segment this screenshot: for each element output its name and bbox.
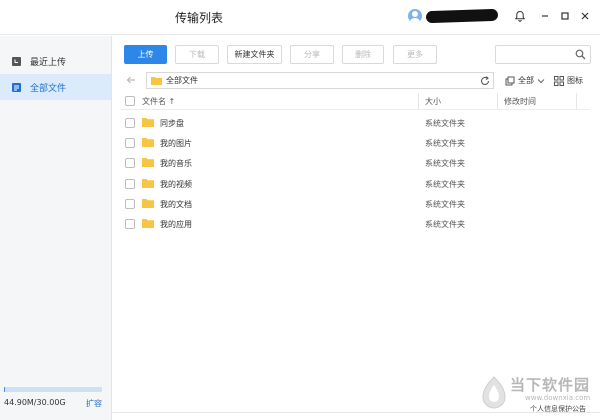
copy-icon xyxy=(505,76,515,85)
folder-icon xyxy=(151,77,162,85)
sidebar: 最近上传 全部文件 44.90M/30.00G 扩容 xyxy=(0,36,112,420)
column-name-header[interactable]: 文件名 ↑ xyxy=(142,96,175,107)
file-size: 系统文件夹 xyxy=(425,200,465,209)
table-row[interactable]: 我的音乐 系统文件夹 xyxy=(120,153,590,173)
file-name[interactable]: 我的文档 xyxy=(160,199,192,210)
file-name[interactable]: 同步盘 xyxy=(160,118,184,129)
row-checkbox[interactable] xyxy=(125,118,135,128)
file-list-icon xyxy=(11,82,22,93)
download-button[interactable]: 下载 xyxy=(175,45,219,64)
sidebar-item-recent-uploads[interactable]: 最近上传 xyxy=(0,48,111,74)
column-divider[interactable] xyxy=(576,93,577,109)
table-row[interactable]: 我的文档 系统文件夹 xyxy=(120,194,590,214)
file-name[interactable]: 我的视频 xyxy=(160,179,192,190)
privacy-notice-link[interactable]: 个人信息保护公告 xyxy=(530,404,586,414)
row-checkbox[interactable] xyxy=(125,179,135,189)
sidebar-item-label: 全部文件 xyxy=(30,83,67,94)
filter-label: 全部 xyxy=(518,76,534,85)
sidebar-item-all-files[interactable]: 全部文件 xyxy=(0,74,111,100)
close-icon[interactable] xyxy=(578,9,592,23)
column-modified-header[interactable]: 修改时间 xyxy=(504,96,536,107)
file-size: 系统文件夹 xyxy=(425,159,465,168)
file-name[interactable]: 我的应用 xyxy=(160,219,192,230)
search-box[interactable] xyxy=(495,45,591,64)
sidebar-item-label: 最近上传 xyxy=(30,57,67,68)
table-row[interactable]: 我的图片 系统文件夹 xyxy=(120,133,590,153)
minimize-icon[interactable] xyxy=(538,9,552,23)
watermark-logo-icon xyxy=(482,376,506,409)
table-row[interactable]: 同步盘 系统文件夹 xyxy=(120,113,590,133)
file-size: 系统文件夹 xyxy=(425,119,465,128)
column-divider[interactable] xyxy=(497,93,498,109)
storage-quota-text: 44.90M/30.00G xyxy=(4,398,66,407)
title-bar: 传输列表 xyxy=(0,0,600,35)
column-divider[interactable] xyxy=(418,93,419,109)
chevron-down-icon xyxy=(537,78,545,83)
file-size: 系统文件夹 xyxy=(425,220,465,229)
folder-icon xyxy=(142,199,154,208)
filter-dropdown[interactable]: 全部 xyxy=(505,75,545,86)
back-arrow-icon[interactable] xyxy=(125,74,137,86)
search-icon[interactable] xyxy=(575,49,586,60)
current-path: 全部文件 xyxy=(166,76,198,85)
watermark: 当下软件园 www.downxia.com 个人信息保护公告 xyxy=(480,372,600,420)
file-size: 系统文件夹 xyxy=(425,139,465,148)
window-title: 传输列表 xyxy=(175,11,224,25)
share-button[interactable]: 分享 xyxy=(290,45,334,64)
watermark-url: www.downxia.com xyxy=(525,394,591,402)
maximize-icon[interactable] xyxy=(558,9,572,23)
row-checkbox[interactable] xyxy=(125,199,135,209)
more-button[interactable]: 更多 xyxy=(393,45,437,64)
avatar[interactable] xyxy=(408,9,422,23)
bell-icon[interactable] xyxy=(513,9,527,23)
delete-button[interactable]: 删除 xyxy=(342,45,384,64)
refresh-icon[interactable] xyxy=(479,75,491,87)
folder-icon xyxy=(142,118,154,127)
folder-icon xyxy=(142,138,154,147)
clock-doc-icon xyxy=(11,56,22,67)
storage-quota-bar xyxy=(4,387,102,392)
file-name[interactable]: 我的音乐 xyxy=(160,158,192,169)
table-row[interactable]: 我的应用 系统文件夹 xyxy=(120,214,590,234)
file-name[interactable]: 我的图片 xyxy=(160,138,192,149)
table-header: 文件名 ↑ 大小 修改时间 xyxy=(120,92,590,110)
folder-icon xyxy=(142,179,154,188)
table-row[interactable]: 我的视频 系统文件夹 xyxy=(120,174,590,194)
path-bar[interactable]: 全部文件 xyxy=(146,72,494,89)
new-folder-button[interactable]: 新建文件夹 xyxy=(227,45,282,64)
row-checkbox[interactable] xyxy=(125,138,135,148)
expand-storage-link[interactable]: 扩容 xyxy=(86,398,102,409)
upload-button[interactable]: 上传 xyxy=(124,45,167,64)
grid-icon xyxy=(554,75,564,86)
view-mode-label: 图标 xyxy=(567,76,583,85)
row-checkbox[interactable] xyxy=(125,219,135,229)
storage-quota-fill xyxy=(4,387,6,392)
user-info[interactable] xyxy=(408,8,499,24)
view-mode-toggle[interactable]: 图标 xyxy=(554,75,583,86)
column-size-header[interactable]: 大小 xyxy=(425,96,441,107)
redacted-username xyxy=(425,8,499,24)
file-size: 系统文件夹 xyxy=(425,180,465,189)
folder-icon xyxy=(142,158,154,167)
select-all-checkbox[interactable] xyxy=(125,96,135,106)
folder-icon xyxy=(142,219,154,228)
search-input[interactable] xyxy=(496,46,574,63)
watermark-brand: 当下软件园 xyxy=(510,376,591,394)
row-checkbox[interactable] xyxy=(125,158,135,168)
